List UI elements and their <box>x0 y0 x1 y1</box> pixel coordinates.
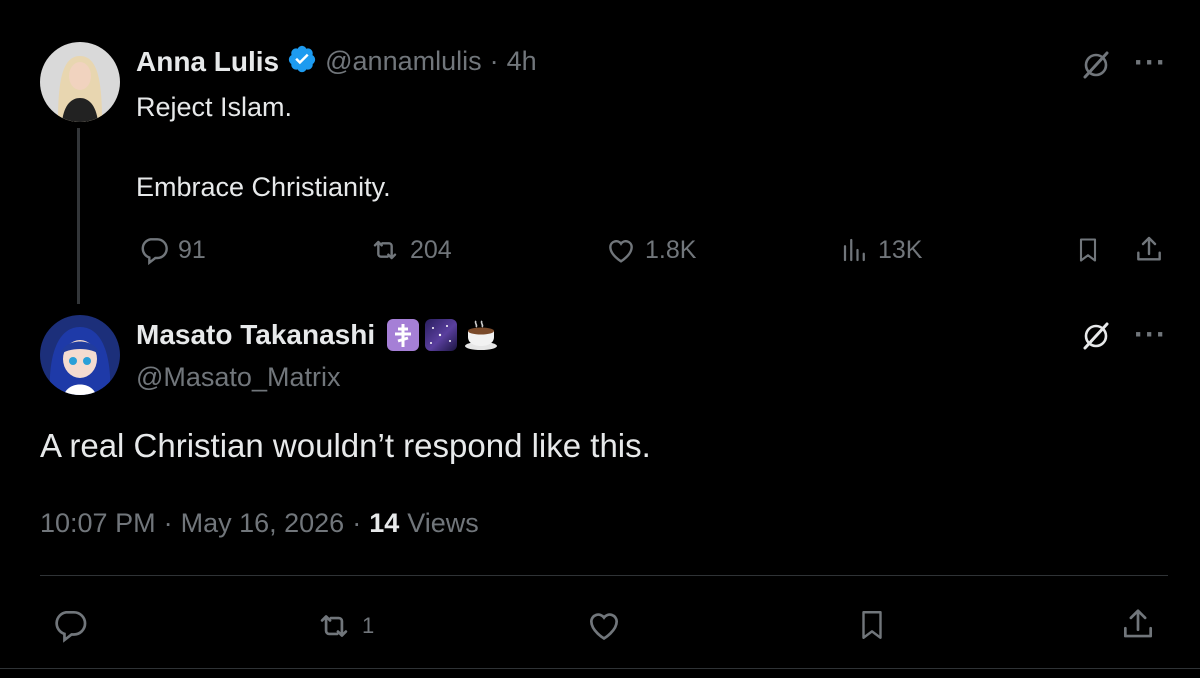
author-name[interactable]: Masato Takanashi <box>136 319 375 351</box>
views-count: 14 <box>369 508 400 538</box>
parent-tweet-text-line2: Embrace Christianity. <box>136 172 391 202</box>
hot-beverage-emoji <box>463 318 499 352</box>
verified-badge-icon[interactable] <box>287 44 317 79</box>
repost-count: 204 <box>410 235 452 264</box>
grok-icon[interactable] <box>1078 318 1114 354</box>
repost-icon <box>373 240 397 260</box>
milky-way-emoji <box>425 319 458 351</box>
divider <box>40 575 1168 576</box>
views-label: Views <box>407 508 479 538</box>
parent-tweet-text-line1: Reject Islam. <box>136 92 293 122</box>
separator-dot: · <box>489 46 499 76</box>
author-handle[interactable]: @annamlulis <box>325 46 481 77</box>
timestamp-date[interactable]: May 16, 2026 <box>181 508 345 539</box>
more-icon[interactable]: ··· <box>1134 48 1167 78</box>
like-icon <box>609 240 633 263</box>
thread-line <box>77 128 80 304</box>
views-count: 13K <box>878 235 923 264</box>
separator-dot: · <box>352 508 362 538</box>
timestamp-time[interactable]: 10:07 PM <box>40 508 156 539</box>
author-name[interactable]: Anna Lulis <box>136 46 279 78</box>
avatar-anna-lulis[interactable] <box>40 42 120 122</box>
reply-icon <box>141 238 168 266</box>
orthodox-cross-emoji <box>387 319 420 351</box>
views-icon <box>843 238 865 262</box>
bottom-divider <box>0 668 1200 669</box>
like-button[interactable] <box>584 605 624 645</box>
like-button[interactable]: 1.8K <box>605 234 696 266</box>
main-tweet-text: A real Christian wouldn’t respond like t… <box>40 427 651 464</box>
separator-dot: · <box>163 508 173 538</box>
parent-tweet-header: Anna Lulis @annamlulis · 4h <box>136 44 537 79</box>
like-icon <box>589 613 619 641</box>
bookmark-icon[interactable] <box>1072 234 1104 266</box>
reply-icon <box>55 610 87 643</box>
grok-icon[interactable] <box>1078 47 1114 83</box>
tweet-time[interactable]: 4h <box>507 46 537 77</box>
like-count: 1.8K <box>645 235 697 264</box>
bookmark-icon[interactable] <box>852 605 892 645</box>
share-icon[interactable] <box>1132 234 1166 266</box>
repost-button[interactable]: 204 <box>368 234 452 266</box>
avatar-image <box>40 315 120 395</box>
views-button[interactable]: 13K <box>840 234 922 266</box>
avatar-masato-takanashi[interactable] <box>40 315 120 395</box>
repost-icon <box>320 615 348 637</box>
main-tweet-header: Masato Takanashi <box>136 318 499 352</box>
author-handle[interactable]: @Masato_Matrix <box>136 362 340 393</box>
avatar-image <box>40 42 120 122</box>
repost-button[interactable]: 1 <box>314 607 374 645</box>
share-icon[interactable] <box>1118 605 1158 645</box>
more-icon[interactable]: ··· <box>1134 320 1167 350</box>
repost-count: 1 <box>362 613 375 638</box>
tweet-timestamp: 10:07 PM · May 16, 2026 · 14 Views <box>40 508 479 539</box>
reply-button[interactable] <box>50 605 90 645</box>
reply-count: 91 <box>178 235 206 264</box>
reply-button[interactable]: 91 <box>138 234 206 266</box>
